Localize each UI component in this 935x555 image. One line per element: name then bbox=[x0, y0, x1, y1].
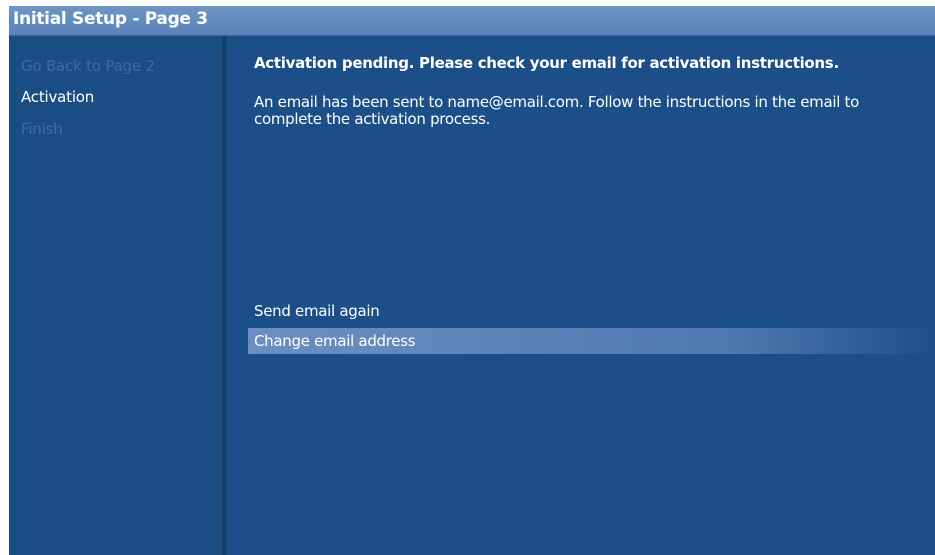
status-heading: Activation pending. Please check your em… bbox=[254, 54, 839, 72]
sidebar-item-finish[interactable]: Finish bbox=[21, 120, 63, 138]
main-panel: Activation pending. Please check your em… bbox=[228, 36, 935, 555]
send-email-again-option[interactable]: Send email again bbox=[248, 298, 935, 324]
change-email-address-option[interactable]: Change email address bbox=[248, 328, 935, 354]
window-title: Initial Setup - Page 3 bbox=[13, 9, 208, 29]
activation-message: An email has been sent to name@email.com… bbox=[254, 93, 860, 128]
sidebar-item-go-back[interactable]: Go Back to Page 2 bbox=[21, 57, 155, 75]
sidebar: Go Back to Page 2 Activation Finish bbox=[9, 36, 222, 555]
title-bar: Initial Setup - Page 3 bbox=[9, 6, 935, 36]
setup-screen: Initial Setup - Page 3 Go Back to Page 2… bbox=[9, 6, 935, 555]
sidebar-item-activation[interactable]: Activation bbox=[21, 88, 94, 106]
